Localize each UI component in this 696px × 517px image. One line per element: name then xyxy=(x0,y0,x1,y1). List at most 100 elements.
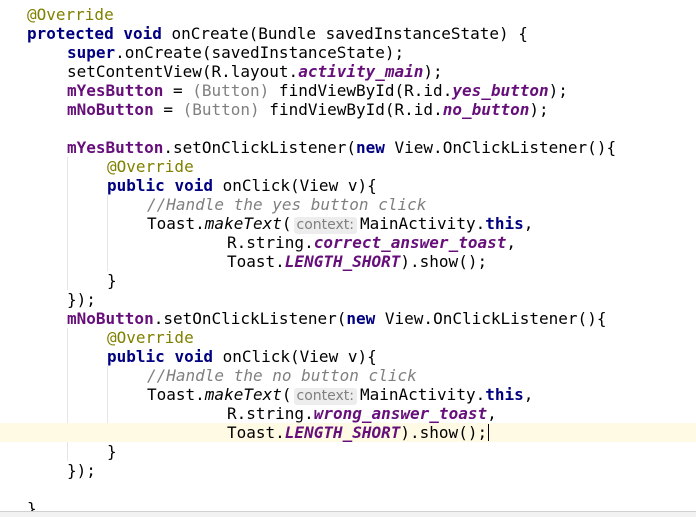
code-line[interactable]: public void onClick(View v){ xyxy=(0,176,696,195)
code-line[interactable]: Toast.makeText(context: MainActivity.this… xyxy=(0,385,696,405)
code-line[interactable]: R.string.correct_answer_toast, xyxy=(0,233,696,252)
code-token: Toast. xyxy=(147,214,205,233)
code-line[interactable]: protected void onCreate(Bundle savedInst… xyxy=(0,24,696,43)
code-token: super xyxy=(67,43,116,62)
code-token: setContentView(R.layout. xyxy=(67,62,299,81)
code-token: //Handle the no button click xyxy=(147,366,417,385)
code-token: , xyxy=(506,233,516,252)
code-token: , xyxy=(523,385,534,404)
code-line[interactable]: //Handle the yes button click xyxy=(0,195,696,214)
code-token: correct_answer_toast xyxy=(313,233,507,252)
code-token: this xyxy=(485,214,524,233)
code-token: findViewById(R.id. xyxy=(269,81,453,100)
code-token: Toast. xyxy=(227,252,285,271)
code-token: View.OnClickListener(){ xyxy=(384,138,617,157)
code-token: } xyxy=(107,442,117,461)
code-token: void xyxy=(174,347,213,366)
code-line[interactable]: Toast.makeText(context: MainActivity.this… xyxy=(0,214,696,234)
code-line[interactable]: } xyxy=(0,271,696,290)
code-token: public xyxy=(107,176,165,195)
code-token: LENGTH_SHORT xyxy=(284,423,401,442)
code-token: @Override xyxy=(107,157,194,176)
code-token: mNoButton xyxy=(67,100,154,119)
code-token: MainActivity. xyxy=(359,214,486,233)
code-token: View.OnClickListener(){ xyxy=(375,309,607,328)
code-token: yes_button xyxy=(452,81,549,100)
code-line[interactable]: @Override xyxy=(0,328,696,347)
code-token: ).show(); xyxy=(400,423,488,442)
code-line[interactable]: mYesButton = (Button) findViewById(R.id.… xyxy=(0,81,696,100)
code-token: @Override xyxy=(107,328,194,347)
code-token: //Handle the yes button click xyxy=(147,195,427,214)
code-token: R.string. xyxy=(227,233,314,252)
code-token: .setOnClickListener( xyxy=(153,309,347,328)
code-token: }); xyxy=(67,461,96,480)
code-token: findViewById(R.id. xyxy=(259,100,443,119)
horizontal-scrollbar[interactable] xyxy=(0,511,696,517)
code-token: ( xyxy=(281,214,292,233)
code-token: ); xyxy=(548,81,568,100)
code-token: LENGTH_SHORT xyxy=(284,252,401,271)
code-token: ).show(); xyxy=(400,252,488,271)
code-line[interactable]: @Override xyxy=(0,5,696,24)
code-token: ); xyxy=(529,100,549,119)
code-line[interactable]: }); xyxy=(0,290,696,309)
code-token: void xyxy=(123,24,162,43)
code-token: onCreate(Bundle savedInstanceState) { xyxy=(161,24,528,43)
code-line[interactable]: mYesButton.setOnClickListener(new View.O… xyxy=(0,138,696,157)
code-token: makeText xyxy=(204,385,282,404)
code-token: activity_main xyxy=(298,62,424,81)
code-token: public xyxy=(107,347,165,366)
code-token: .onCreate(savedInstanceState); xyxy=(115,43,405,62)
code-token: (Button) xyxy=(192,81,270,100)
code-token: .setOnClickListener( xyxy=(163,138,356,157)
code-token: (Button) xyxy=(182,100,260,119)
code-line[interactable]: public void onClick(View v){ xyxy=(0,347,696,366)
code-line[interactable]: @Override xyxy=(0,157,696,176)
code-token: Toast. xyxy=(147,385,205,404)
code-token: }); xyxy=(67,290,96,309)
code-token: mYesButton xyxy=(67,138,164,157)
code-token: ); xyxy=(423,62,443,81)
code-line[interactable] xyxy=(0,119,696,138)
code-editor[interactable]: @Override protected void onCreate(Bundle … xyxy=(0,0,696,517)
code-token: Toast. xyxy=(227,423,285,442)
code-line[interactable]: super.onCreate(savedInstanceState); xyxy=(0,43,696,62)
code-line[interactable]: Toast.LENGTH_SHORT).show(); xyxy=(0,252,696,271)
code-token: @Override xyxy=(27,5,114,24)
code-line[interactable]: } xyxy=(0,442,696,461)
code-line[interactable]: setContentView(R.layout.activity_main); xyxy=(0,62,696,81)
code-token: , xyxy=(523,214,534,233)
code-line[interactable] xyxy=(0,480,696,499)
code-token: R.string. xyxy=(227,404,314,423)
parameter-hint: context: xyxy=(293,388,357,405)
code-token: new xyxy=(355,138,385,157)
code-token: MainActivity. xyxy=(359,385,486,404)
code-token: , xyxy=(487,404,497,423)
code-line[interactable]: mNoButton = (Button) findViewById(R.id.n… xyxy=(0,100,696,119)
code-token: this xyxy=(485,385,524,404)
code-token: = xyxy=(153,100,183,119)
code-token: new xyxy=(346,309,376,328)
code-line[interactable]: //Handle the no button click xyxy=(0,366,696,385)
code-token: makeText xyxy=(204,214,282,233)
parameter-hint: context: xyxy=(293,217,357,234)
code-token: protected xyxy=(27,24,114,43)
code-token: mYesButton xyxy=(67,81,164,100)
code-line[interactable]: mNoButton.setOnClickListener(new View.On… xyxy=(0,309,696,328)
code-token: onClick(View v){ xyxy=(212,347,377,366)
code-token: wrong_answer_toast xyxy=(313,404,488,423)
code-token: = xyxy=(163,81,193,100)
code-token: no_button xyxy=(442,100,530,119)
code-line[interactable]: R.string.wrong_answer_toast, xyxy=(0,404,696,423)
code-token: } xyxy=(107,271,117,290)
text-caret xyxy=(488,424,490,441)
code-token: mNoButton xyxy=(67,309,154,328)
code-token: onClick(View v){ xyxy=(212,176,377,195)
code-line[interactable]: }); xyxy=(0,461,696,480)
code-line[interactable]: Toast.LENGTH_SHORT).show(); xyxy=(0,423,696,442)
code-token: void xyxy=(174,176,213,195)
